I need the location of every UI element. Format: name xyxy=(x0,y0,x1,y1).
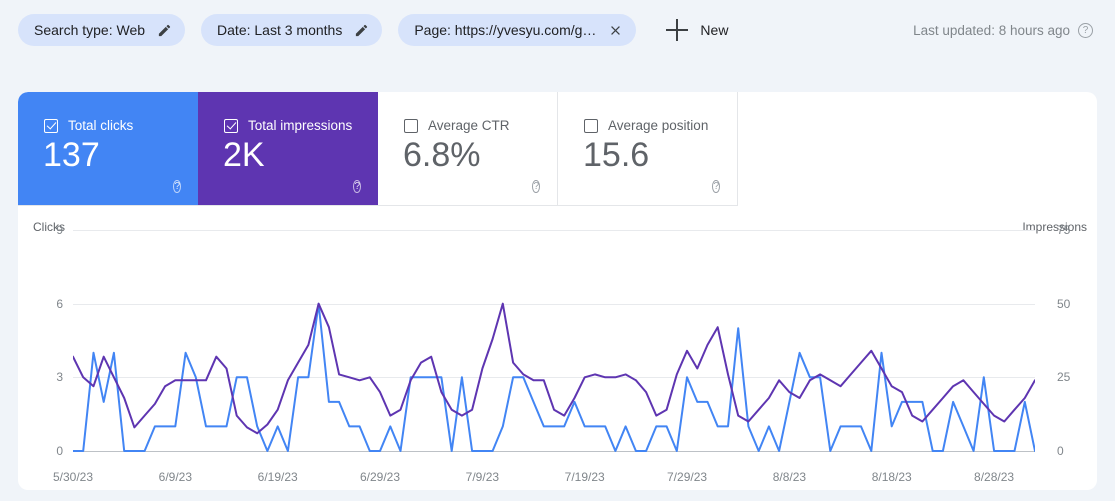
metric-value: 137 xyxy=(43,136,100,174)
add-new-filter-label: New xyxy=(700,22,729,38)
checkbox-total-clicks[interactable] xyxy=(44,118,58,133)
metric-card-average-ctr[interactable]: Average CTR 6.8% ? xyxy=(378,92,558,206)
metric-value: 6.8% xyxy=(403,136,481,174)
pencil-icon[interactable] xyxy=(155,21,173,39)
y-axis-right-tick: 75 xyxy=(1057,223,1071,237)
metric-title: Average position xyxy=(608,118,709,133)
chart-line-clicks xyxy=(73,304,1035,451)
performance-panel: Total clicks 137 ? Total impressions 2K … xyxy=(18,92,1097,490)
filter-chip-label: Date: Last 3 months xyxy=(217,22,343,38)
filter-chip-label: Search type: Web xyxy=(34,22,146,38)
metric-card-header: Average position xyxy=(584,118,708,133)
filter-bar: Search type: Web Date: Last 3 months Pag… xyxy=(0,0,1115,60)
filter-chip-page[interactable]: Page: https://yvesyu.com/g… xyxy=(398,14,637,46)
metric-value: 15.6 xyxy=(583,136,650,174)
metric-card-row: Total clicks 137 ? Total impressions 2K … xyxy=(18,92,738,206)
y-axis-right-tick: 0 xyxy=(1057,444,1064,458)
metric-title: Total clicks xyxy=(68,118,134,133)
y-axis-left-tick: 0 xyxy=(56,444,63,458)
metric-card-header: Average CTR xyxy=(404,118,510,133)
performance-chart: Clicks Impressions 0369 0 25 50 75 5/30/23 6… xyxy=(18,206,1097,490)
last-updated-status: Last updated: 8 hours ago ? xyxy=(913,22,1093,38)
y-axis-left-tick: 3 xyxy=(56,370,63,385)
metric-title: Total impressions xyxy=(248,118,353,133)
metric-card-total-clicks[interactable]: Total clicks 137 ? xyxy=(18,92,198,206)
pencil-icon[interactable] xyxy=(352,21,370,39)
y-axis-right-tick: 50 xyxy=(1057,296,1071,311)
metric-card-header: Total clicks xyxy=(44,118,133,133)
filter-chip-label: Page: https://yvesyu.com/g… xyxy=(414,22,597,38)
add-new-filter-button[interactable]: New xyxy=(658,12,736,48)
help-icon[interactable]: ? xyxy=(712,176,720,194)
chart-plot-lines xyxy=(73,206,1035,490)
help-icon[interactable]: ? xyxy=(353,176,361,194)
close-icon[interactable] xyxy=(606,21,624,39)
filter-chip-search-type[interactable]: Search type: Web xyxy=(18,14,186,46)
y-axis-left-tick: 9 xyxy=(56,223,63,237)
metric-value: 2K xyxy=(223,136,265,174)
help-icon[interactable]: ? xyxy=(532,176,540,194)
checkbox-average-ctr[interactable] xyxy=(404,118,418,133)
last-updated-label: Last updated: 8 hours ago xyxy=(913,22,1070,38)
checkbox-total-impressions[interactable] xyxy=(224,118,238,133)
filter-chip-date[interactable]: Date: Last 3 months xyxy=(201,14,383,46)
metric-card-average-position[interactable]: Average position 15.6 ? xyxy=(558,92,738,206)
checkbox-average-position[interactable] xyxy=(584,118,598,133)
y-axis-left-tick: 6 xyxy=(56,296,63,311)
metric-card-header: Total impressions xyxy=(224,118,352,133)
y-axis-right-tick: 25 xyxy=(1057,370,1071,385)
plus-icon xyxy=(666,19,689,41)
help-icon[interactable]: ? xyxy=(173,176,181,194)
help-icon[interactable]: ? xyxy=(1078,22,1093,38)
metric-card-total-impressions[interactable]: Total impressions 2K ? xyxy=(198,92,378,206)
metric-title: Average CTR xyxy=(428,118,510,133)
